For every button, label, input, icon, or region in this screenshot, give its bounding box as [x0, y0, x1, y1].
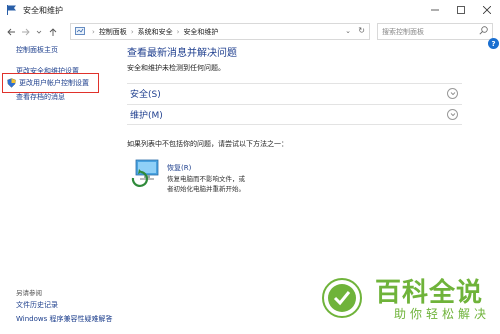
recent-dropdown-button[interactable]: [32, 24, 46, 40]
maximize-icon: [457, 6, 465, 14]
forward-arrow-icon: [21, 28, 30, 36]
address-dropdown-icon[interactable]: ⌄: [345, 27, 351, 35]
back-arrow-icon: [6, 28, 15, 36]
uac-shield-icon: [7, 78, 16, 88]
troubleshoot-hint: 如果列表中不包括你的问题，请尝试以下方法之一：: [127, 140, 288, 148]
close-icon: [483, 6, 491, 14]
navigation-bar: › 控制面板 › 系统和安全 › 安全和维护 ⌄ ↻ 搜索控制面板: [0, 20, 500, 44]
security-flag-icon: [7, 5, 16, 15]
recovery-description: 恢复电脑而不影响文件，或者初始化电脑并重新开始。: [167, 175, 245, 193]
up-button[interactable]: [46, 24, 60, 40]
watermark-text: 百科全说: [375, 278, 484, 308]
watermark-logo-icon: [322, 278, 362, 318]
help-button[interactable]: ?: [488, 38, 499, 49]
breadcrumb-system-security[interactable]: 系统和安全: [138, 27, 173, 37]
maximize-button[interactable]: [448, 0, 474, 20]
help-icon: ?: [491, 39, 496, 48]
expand-chevron-icon[interactable]: [447, 109, 458, 120]
close-button[interactable]: [474, 0, 500, 20]
see-also-heading: 另请参阅: [16, 289, 42, 297]
search-input[interactable]: 搜索控制面板: [377, 23, 493, 40]
recovery-computer-icon: [131, 159, 159, 187]
breadcrumb-separator: ›: [130, 27, 134, 36]
breadcrumb-control-panel[interactable]: 控制面板: [99, 27, 127, 37]
breadcrumb-security-maintenance[interactable]: 安全和维护: [183, 27, 218, 37]
expand-chevron-icon[interactable]: [447, 88, 458, 99]
sidebar-item-archived-messages[interactable]: 查看存档的消息: [16, 92, 65, 102]
section-security[interactable]: 安全(S): [127, 83, 462, 103]
breadcrumb-separator: ›: [176, 27, 180, 36]
search-icon: [479, 26, 488, 35]
sidebar-item-label: 更改用户帐户控制设置: [19, 79, 89, 87]
window-title: 安全和维护: [23, 5, 63, 15]
forward-button[interactable]: [18, 24, 32, 40]
section-maintenance-label: 维护(M): [130, 111, 163, 121]
watermark-subtext: 助你轻松解决: [394, 307, 491, 321]
see-also-file-history[interactable]: 文件历史记录: [16, 300, 58, 310]
sidebar-item-uac-settings[interactable]: 更改用户帐户控制设置: [2, 73, 99, 93]
chevron-down-icon: [36, 30, 42, 34]
page-title: 查看最新消息并解决问题: [127, 48, 237, 59]
title-bar: 安全和维护: [0, 0, 500, 20]
search-placeholder: 搜索控制面板: [382, 27, 424, 36]
recovery-link[interactable]: 恢复(R): [167, 163, 191, 173]
control-panel-icon: [75, 27, 85, 35]
up-arrow-icon: [49, 27, 57, 36]
back-button[interactable]: [4, 24, 18, 40]
minimize-icon: [431, 9, 439, 11]
address-bar[interactable]: › 控制面板 › 系统和安全 › 安全和维护 ⌄ ↻: [70, 23, 370, 40]
breadcrumb-separator: ›: [92, 27, 95, 36]
minimize-button[interactable]: [422, 0, 448, 20]
section-divider: [127, 124, 462, 125]
section-maintenance[interactable]: 维护(M): [127, 104, 462, 124]
refresh-icon[interactable]: ↻: [358, 26, 365, 35]
sidebar-home-link[interactable]: 控制面板主页: [16, 45, 58, 55]
status-message: 安全和维护未检测到任何问题。: [127, 64, 225, 72]
section-security-label: 安全(S): [130, 90, 161, 100]
see-also-compatibility-troubleshooter[interactable]: Windows 程序兼容性疑难解答: [16, 314, 112, 324]
